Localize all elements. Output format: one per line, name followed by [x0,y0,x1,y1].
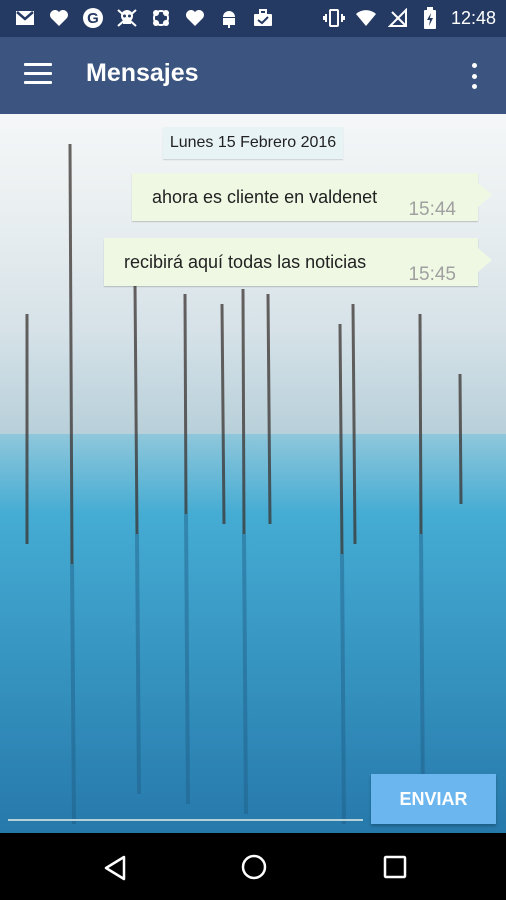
send-button[interactable]: ENVIAR [371,774,496,824]
message-text: recibirá aquí todas las noticias [124,252,367,272]
message-bubble[interactable]: ahora es cliente en valdenet 15:44 [132,173,492,221]
google-icon: G [82,7,104,29]
page-title: Mensajes [86,59,199,87]
app-bar: Mensajes [0,37,506,114]
gmail-icon [14,7,36,29]
message-time: 15:45 [408,264,456,285]
background-image [0,143,506,833]
candy-icon [150,7,172,29]
clock: 12:48 [450,7,496,28]
more-options-icon[interactable] [470,63,478,89]
skull-icon [116,7,138,29]
battery-charging-icon [419,7,441,29]
date-separator: Lunes 15 Febrero 2016 [163,127,343,159]
home-icon[interactable] [240,853,268,886]
message-time: 15:44 [408,199,456,220]
svg-text:G: G [87,10,99,27]
heart-icon [48,7,70,29]
android-icon [218,7,240,29]
wifi-icon [355,7,377,29]
message-text: ahora es cliente en valdenet [152,187,378,207]
recents-icon[interactable] [383,855,407,884]
system-icons: 12:48 [322,7,496,29]
navigation-bar [0,833,506,900]
vibrate-icon [322,7,345,29]
chat-area[interactable]: Lunes 15 Febrero 2016 ahora es cliente e… [0,114,506,833]
menu-icon[interactable] [24,63,52,85]
heart-icon [184,7,206,29]
no-signal-icon [387,7,409,29]
back-icon[interactable] [103,855,127,886]
message-bubble[interactable]: recibirá aquí todas las noticias 15:45 [104,238,492,286]
notification-icons: G [14,7,274,29]
message-input[interactable] [8,819,363,821]
status-bar: G 12:48 [0,0,506,37]
briefcase-icon [252,7,274,29]
